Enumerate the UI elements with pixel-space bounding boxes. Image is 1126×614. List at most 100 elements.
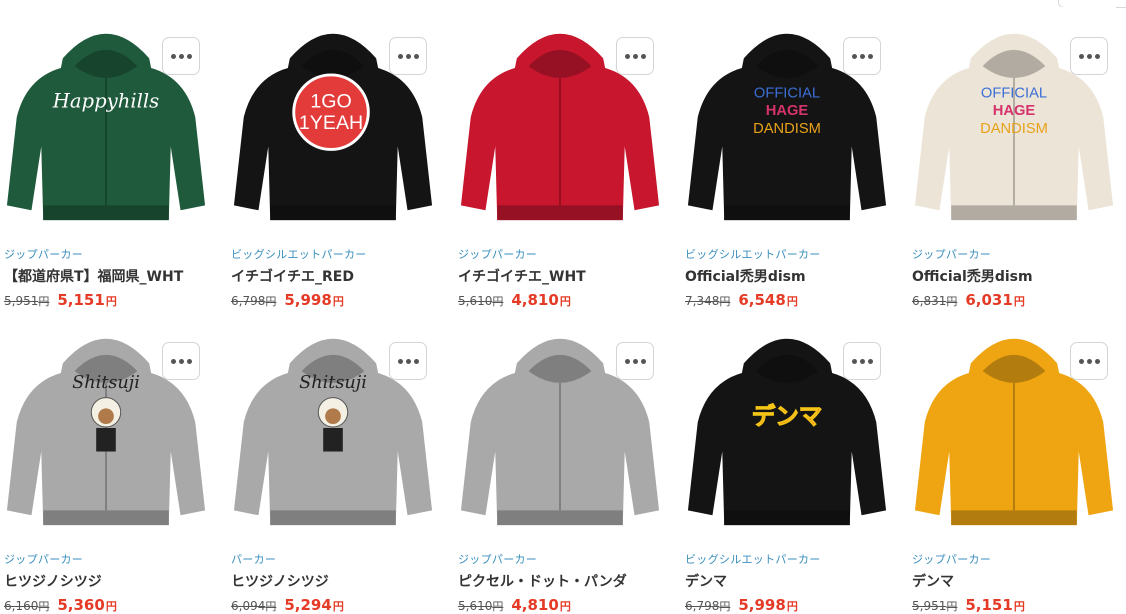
product-category[interactable]: ジップパーカー: [458, 246, 537, 262]
more-dots-icon: [397, 53, 403, 59]
more-dots-icon: [405, 53, 411, 59]
currency-suffix: 円: [559, 295, 571, 308]
svg-text:Shitsuji: Shitsuji: [299, 373, 367, 393]
product-category[interactable]: パーカー: [231, 551, 276, 567]
more-dots-icon: [1086, 358, 1092, 364]
currency-suffix: 円: [786, 295, 798, 308]
price-row: 6,094円 5,294 円: [231, 596, 344, 614]
more-dots-icon: [640, 358, 646, 364]
price-row: 5,610円 4,810 円: [458, 291, 571, 309]
more-options-button[interactable]: [843, 37, 881, 75]
original-price: 5,951円: [4, 294, 50, 308]
price-row: 6,798円 5,998 円: [231, 291, 344, 309]
more-dots-icon: [624, 358, 630, 364]
more-options-button[interactable]: [843, 342, 881, 380]
more-options-button[interactable]: [162, 37, 200, 75]
svg-text:1GO: 1GO: [310, 90, 351, 112]
svg-text:DANDISM: DANDISM: [980, 121, 1048, 137]
product-category[interactable]: ジップパーカー: [912, 551, 991, 567]
more-options-button[interactable]: [389, 37, 427, 75]
currency-suffix: 円: [105, 600, 117, 613]
currency-suffix: 円: [105, 295, 117, 308]
svg-text:OFFICIAL: OFFICIAL: [981, 85, 1047, 101]
original-price: 6,094円: [231, 599, 277, 613]
sale-price: 6,031: [965, 291, 1013, 309]
svg-text:OFFICIAL: OFFICIAL: [754, 85, 820, 101]
sale-price: 5,294: [284, 596, 332, 614]
product-card[interactable]: ジップパーカーピクセル・ドット・パンダ 5,610円 4,810 円: [454, 312, 674, 614]
product-card[interactable]: OFFICIAL HAGE DANDISM ジップパーカー Official禿男dism…: [908, 7, 1126, 309]
more-dots-icon: [640, 53, 646, 59]
product-card[interactable]: Shitsuji ジップパーカー ヒツジノシツジ 6,160円 5,360 円: [0, 312, 220, 614]
product-title[interactable]: Official禿男dism: [685, 266, 806, 286]
svg-text:デンマ: デンマ: [752, 402, 823, 430]
product-card[interactable]: デンマ ビッグシルエットパーカー デンマ 6,798円 5,998 円: [681, 312, 901, 614]
product-card[interactable]: Shitsuji パーカーヒツジノシツジ 6,094円 5,294 円: [227, 312, 447, 614]
product-title[interactable]: 【都道府県T】福岡県_WHT: [4, 266, 183, 286]
original-price: 5,610円: [458, 294, 504, 308]
sale-price: 5,151: [965, 596, 1013, 614]
more-dots-icon: [186, 53, 192, 59]
more-dots-icon: [624, 53, 630, 59]
more-dots-icon: [186, 358, 192, 364]
svg-text:1YEAH: 1YEAH: [299, 112, 363, 134]
product-card[interactable]: ジップパーカーイチゴイチエ_WHT 5,610円 4,810 円: [454, 7, 674, 309]
sale-price: 5,998: [738, 596, 786, 614]
currency-suffix: 円: [332, 600, 344, 613]
original-price: 7,348円: [685, 294, 731, 308]
more-options-button[interactable]: [1070, 37, 1108, 75]
more-dots-icon: [867, 358, 873, 364]
product-card[interactable]: 1GO 1YEAH ビッグシルエットパーカーイチゴイチエ_RED 6,798円 5,99…: [227, 7, 447, 309]
sale-price: 4,810: [511, 291, 559, 309]
svg-text:HAGE: HAGE: [766, 103, 809, 119]
product-title[interactable]: ヒツジノシツジ: [4, 571, 102, 591]
product-category[interactable]: ジップパーカー: [912, 246, 991, 262]
more-dots-icon: [1078, 53, 1084, 59]
product-title[interactable]: Official禿男dism: [912, 266, 1033, 286]
more-dots-icon: [632, 53, 638, 59]
svg-text:HAGE: HAGE: [993, 103, 1036, 119]
more-options-button[interactable]: [1070, 342, 1108, 380]
more-options-button[interactable]: [616, 37, 654, 75]
price-row: 5,951円 5,151 円: [4, 291, 117, 309]
product-category[interactable]: ジップパーカー: [4, 246, 83, 262]
more-dots-icon: [1078, 358, 1084, 364]
more-options-button[interactable]: [616, 342, 654, 380]
original-price: 6,831円: [912, 294, 958, 308]
product-title[interactable]: ヒツジノシツジ: [231, 571, 329, 591]
more-options-button[interactable]: [389, 342, 427, 380]
svg-text:Happyhills: Happyhills: [52, 89, 159, 112]
more-options-button[interactable]: [162, 342, 200, 380]
more-dots-icon: [413, 358, 419, 364]
product-title[interactable]: デンマ: [685, 571, 727, 591]
more-dots-icon: [405, 358, 411, 364]
product-card[interactable]: ジップパーカーデンマ 5,951円 5,151 円: [908, 312, 1126, 614]
product-category[interactable]: ビッグシルエットパーカー: [685, 551, 821, 567]
more-dots-icon: [851, 358, 857, 364]
product-category[interactable]: ジップパーカー: [4, 551, 83, 567]
more-dots-icon: [178, 53, 184, 59]
more-dots-icon: [867, 53, 873, 59]
more-dots-icon: [1094, 358, 1100, 364]
product-category[interactable]: ビッグシルエットパーカー: [231, 246, 367, 262]
more-dots-icon: [178, 358, 184, 364]
price-row: 5,951円 5,151 円: [912, 596, 1025, 614]
product-card[interactable]: Happyhills ジップパーカー【都道府県T】福岡県_WHT 5,951円 5,1…: [0, 7, 220, 309]
product-card[interactable]: OFFICIAL HAGE DANDISM ビッグシルエットパーカー Official禿…: [681, 7, 901, 309]
original-price: 6,798円: [685, 599, 731, 613]
product-grid: Happyhills ジップパーカー 【都道府県T】福岡県_WHT 5,951円 5,1…: [0, 0, 1126, 614]
price-row: 6,160円 5,360 円: [4, 596, 117, 614]
product-title[interactable]: イチゴイチエ_WHT: [458, 266, 586, 286]
more-dots-icon: [859, 53, 865, 59]
currency-suffix: 円: [332, 295, 344, 308]
product-title[interactable]: デンマ: [912, 571, 954, 591]
product-category[interactable]: ビッグシルエットパーカー: [685, 246, 821, 262]
product-title[interactable]: イチゴイチエ_RED: [231, 266, 354, 286]
more-dots-icon: [632, 358, 638, 364]
price-row: 7,348円 6,548 円: [685, 291, 798, 309]
sale-price: 5,360: [57, 596, 105, 614]
product-title[interactable]: ピクセル・ドット・パンダ: [458, 571, 627, 591]
price-row: 5,610円 4,810 円: [458, 596, 571, 614]
currency-suffix: 円: [1013, 295, 1025, 308]
product-category[interactable]: ジップパーカー: [458, 551, 537, 567]
